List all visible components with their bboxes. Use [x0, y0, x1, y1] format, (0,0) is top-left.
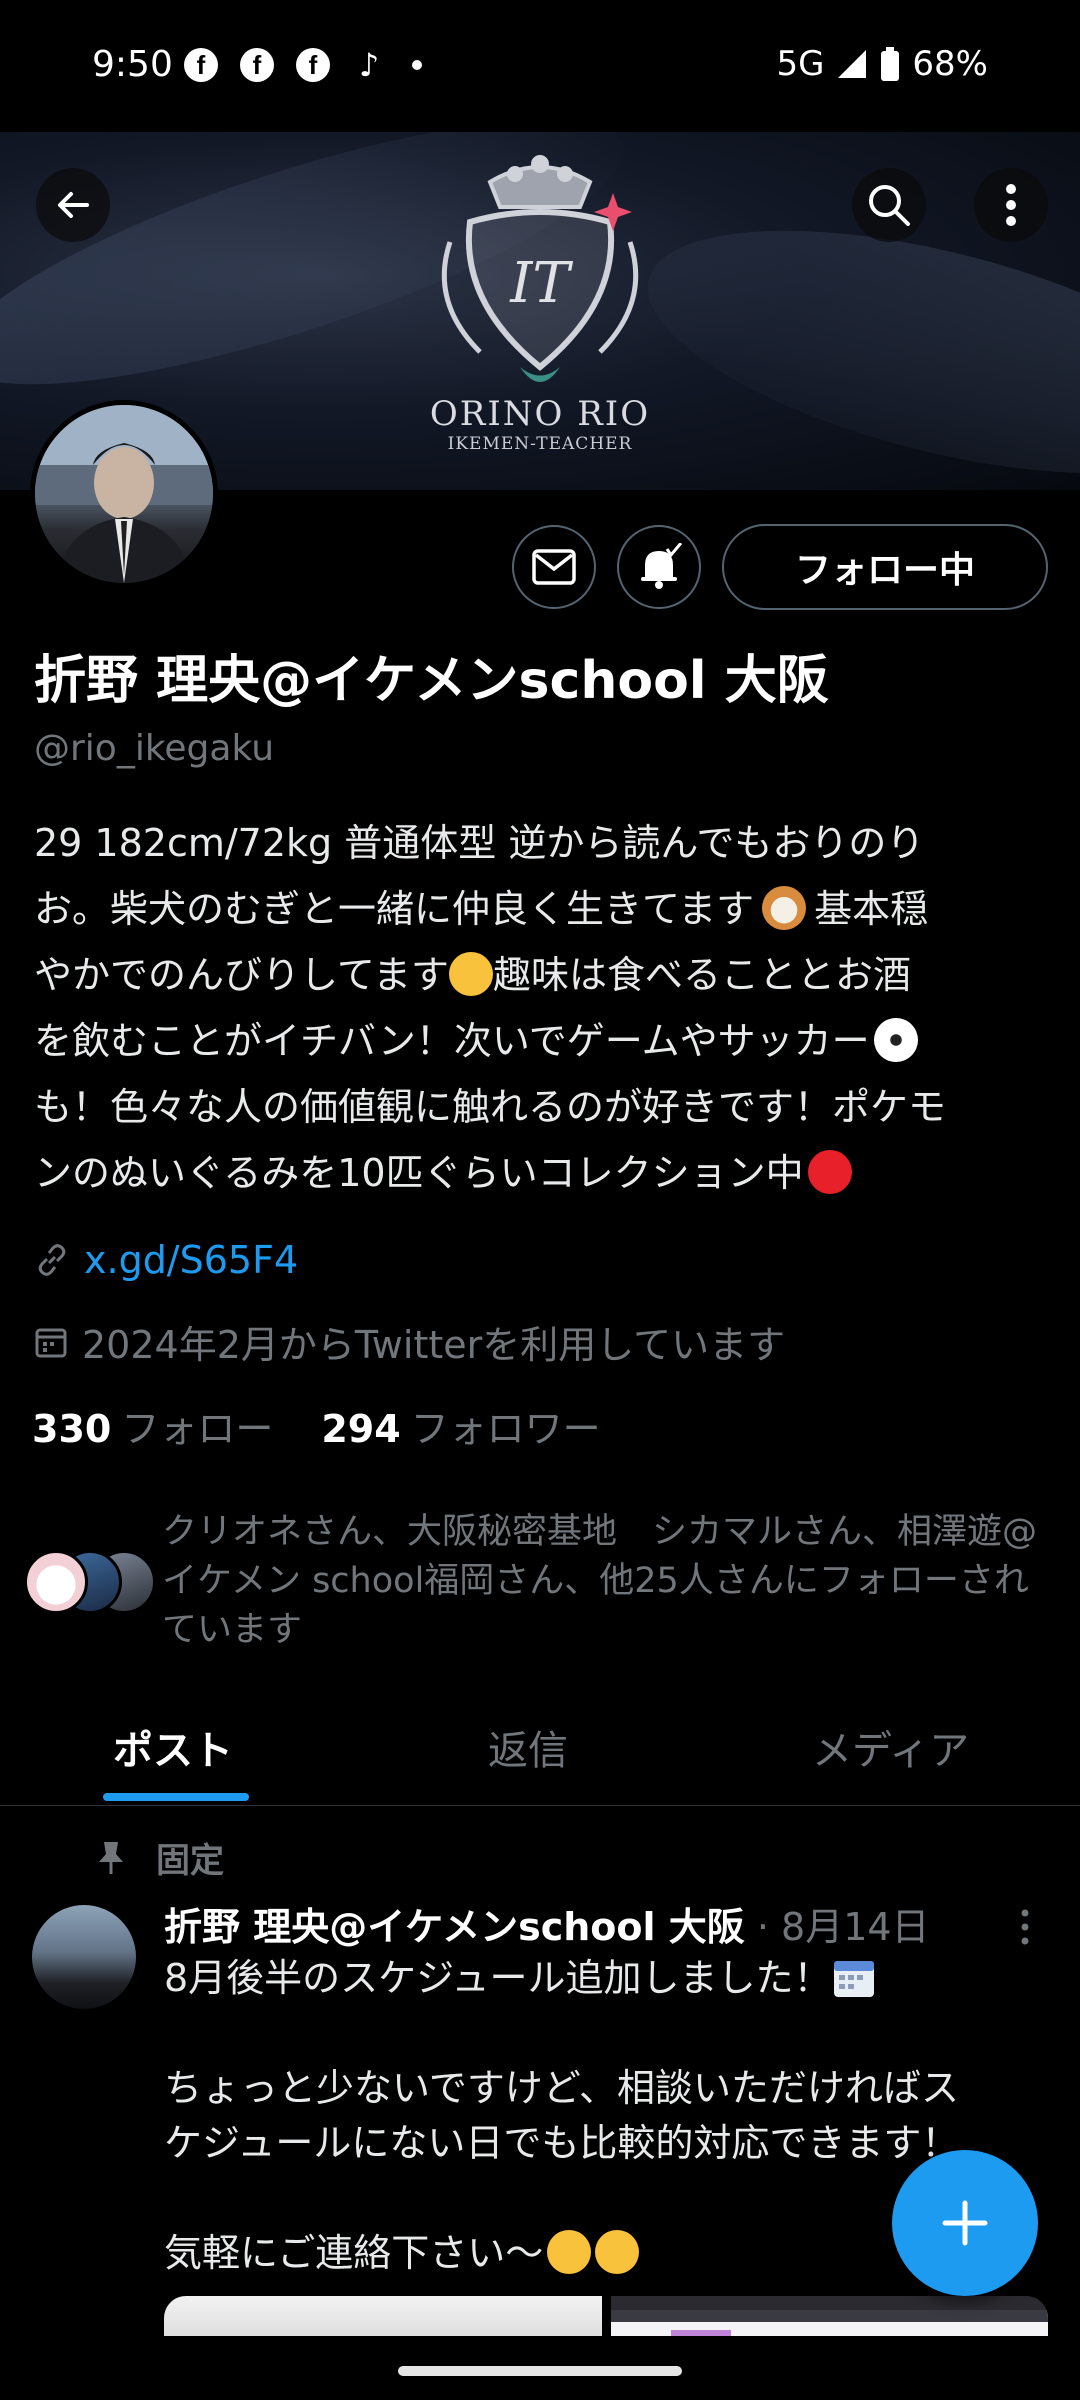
post-date: · 8月14日	[756, 1905, 930, 1949]
tab-replies[interactable]: 返信	[488, 1718, 568, 1776]
bio-line: やかでのんびりしてます 趣味は食べることとお酒	[34, 952, 911, 997]
status-right: 5G 68%	[776, 44, 988, 84]
calendar-image	[611, 2296, 1048, 2336]
more-options-button[interactable]	[974, 168, 1048, 242]
signal-icon	[838, 50, 867, 78]
gesture-navigation-bar	[0, 2336, 1080, 2400]
calendar-emoji	[833, 1961, 874, 1997]
smiling-face-emoji	[547, 2230, 592, 2274]
followed-by-avatars	[24, 1550, 156, 1614]
message-button[interactable]	[512, 525, 596, 609]
post-line: ケジュールにない日でも比較的対応できます！	[164, 2121, 960, 2165]
profile-link-row[interactable]: x.gd/S65F4	[34, 1238, 298, 1282]
followed-by-text: クリオネさん、大阪秘密基地 シカマルさん、相澤遊@イケメン school福岡さん…	[162, 1512, 1038, 1650]
avatar-image	[35, 405, 213, 583]
more-vertical-icon	[1006, 184, 1016, 226]
post-line	[164, 2006, 1054, 2061]
joined-date: 2024年2月からTwitterを利用しています	[82, 1323, 786, 1367]
tab-posts[interactable]: ポスト	[113, 1718, 233, 1776]
compose-button[interactable]	[892, 2150, 1038, 2296]
post-more-button[interactable]	[1018, 1908, 1032, 1950]
mail-icon	[532, 549, 576, 585]
bio-line: 29 182cm/72kg 普通体型 逆から読んでもおりのり	[34, 821, 925, 865]
bio-line: ンのぬいぐるみを10匹ぐらいコレクション中	[34, 1140, 1044, 1206]
search-button[interactable]	[852, 168, 926, 242]
profile-bio: 29 182cm/72kg 普通体型 逆から読んでもおりのり お。柴犬のむぎと一…	[34, 810, 1044, 1206]
profile-avatar[interactable]	[30, 400, 218, 588]
post-author-name[interactable]: 折野 理央@イケメンschool 大阪	[164, 1905, 745, 1949]
search-icon	[869, 185, 910, 226]
profile-name: 折野 理央@イケメンschool 大阪	[34, 651, 829, 711]
red-circle-emoji	[807, 1150, 852, 1194]
status-time: 9:50	[92, 44, 173, 85]
facebook-icon: f	[296, 48, 330, 82]
post-media[interactable]	[164, 2296, 1048, 2336]
back-button[interactable]	[36, 168, 110, 242]
back-arrow-icon	[58, 192, 89, 218]
pinned-label-row: 固定	[96, 1833, 224, 1882]
calendar-icon	[35, 1328, 67, 1357]
home-gesture-handle[interactable]	[398, 2366, 682, 2376]
avatar	[24, 1550, 88, 1614]
post-line: 8月後半のスケジュール追加しました！	[164, 1951, 1054, 2006]
post-header: 折野 理央@イケメンschool 大阪 · 8月14日	[164, 1896, 930, 1951]
smiling-face-emoji	[448, 952, 493, 996]
profile-link[interactable]: x.gd/S65F4	[84, 1238, 298, 1282]
plus-icon	[942, 2200, 988, 2246]
joined-row: 2024年2月からTwitterを利用しています	[34, 1314, 785, 1369]
notification-icons: f f f ♪	[184, 46, 422, 84]
battery-icon	[881, 47, 900, 81]
followed-by-row[interactable]: クリオネさん、大阪秘密基地 シカマルさん、相澤遊@イケメン school福岡さん…	[24, 1508, 1064, 1658]
profile-tabs: ポスト 返信 メディア	[0, 1690, 1080, 1806]
bio-line: を飲むことがイチバン！次いでゲームやサッカー	[34, 1008, 1044, 1074]
following-stat[interactable]: 330 フォロー	[32, 1398, 273, 1453]
bell-check-icon	[641, 543, 683, 589]
following-button[interactable]: フォロー中	[722, 524, 1048, 610]
facebook-icon: f	[240, 48, 274, 82]
pin-icon	[99, 1841, 123, 1874]
more-vertical-icon	[1021, 1909, 1029, 1945]
tiktok-icon: ♪	[358, 46, 380, 84]
bio-line: も！色々な人の価値観に触れるのが好きです！ポケモ	[34, 1085, 947, 1129]
status-bar: 9:50 f f f ♪ 5G 68%	[0, 0, 1080, 132]
post-author-avatar[interactable]	[32, 1905, 136, 2009]
shiba-dog-emoji	[762, 886, 807, 930]
network-label: 5G	[776, 44, 825, 84]
profile-handle: @rio_ikegaku	[34, 728, 275, 769]
bio-line: お。柴犬のむぎと一緒に仲良く生きてます 基本穏	[34, 886, 929, 931]
follow-stats: 330 フォロー 294 フォロワー	[32, 1398, 601, 1453]
battery-percent: 68%	[912, 44, 988, 84]
link-icon	[38, 1244, 66, 1276]
notifications-button[interactable]	[617, 525, 701, 609]
tab-media[interactable]: メディア	[812, 1718, 969, 1776]
facebook-icon: f	[184, 48, 218, 82]
post-image-photo[interactable]	[164, 2296, 602, 2336]
active-tab-indicator	[103, 1793, 249, 1801]
svg-text:IT: IT	[509, 251, 573, 316]
post-line: ちょっと少ないですけど、相談いただければス	[164, 2066, 959, 2110]
smiling-face-emoji	[595, 2230, 640, 2274]
soccer-ball-emoji	[873, 1018, 918, 1062]
pinned-label: 固定	[156, 1841, 224, 1881]
followers-stat[interactable]: 294 フォロワー	[321, 1398, 600, 1453]
post-image-calendar[interactable]	[611, 2296, 1048, 2336]
more-notifications-dot	[412, 60, 422, 70]
